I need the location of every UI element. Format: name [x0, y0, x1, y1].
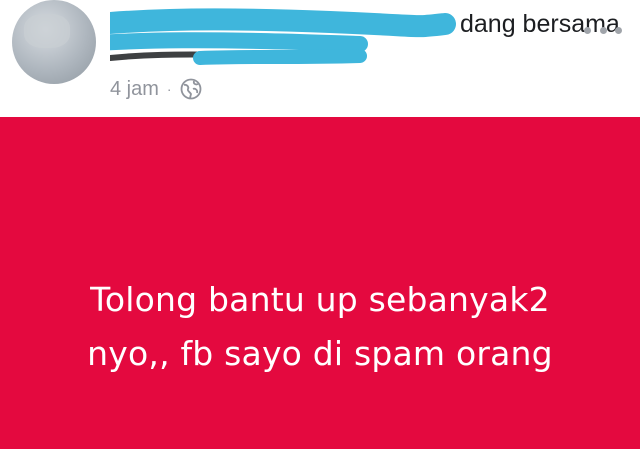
- facebook-post: dang bersama 4 jam · Tolong bantu up seb…: [0, 0, 640, 449]
- more-horizontal-icon-dot: [599, 26, 607, 34]
- meta-separator: ·: [166, 81, 172, 97]
- post-meta: 4 jam ·: [110, 76, 202, 102]
- avatar[interactable]: [12, 0, 96, 84]
- status-line-2: nyo,, fb sayo di spam orang: [87, 334, 553, 373]
- more-options-button[interactable]: [584, 20, 622, 40]
- globe-icon[interactable]: [180, 78, 202, 100]
- post-header: dang bersama 4 jam ·: [0, 0, 640, 117]
- author-line[interactable]: dang bersama: [110, 6, 620, 70]
- more-horizontal-icon-dot: [615, 26, 622, 34]
- avatar-image: [24, 14, 70, 48]
- more-horizontal-icon-dot: [584, 26, 591, 34]
- status-text: Tolong bantu up sebanyak2 nyo,, fb sayo …: [40, 273, 600, 381]
- redaction-scribble: [110, 8, 456, 65]
- status-line-1: Tolong bantu up sebanyak2: [90, 280, 550, 319]
- status-background-panel[interactable]: Tolong bantu up sebanyak2 nyo,, fb sayo …: [0, 117, 640, 449]
- post-timestamp[interactable]: 4 jam: [110, 78, 159, 101]
